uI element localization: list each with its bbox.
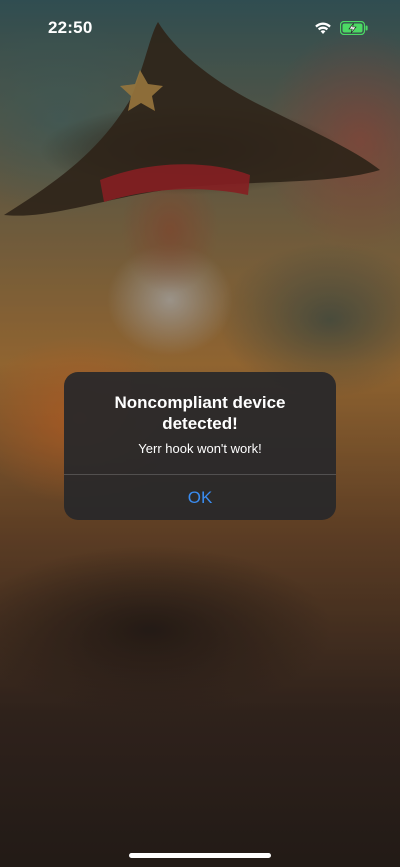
alert-title: Noncompliant device detected! (114, 393, 286, 433)
app-screen: 22:50 Noncompliant device detected! Yerr… (0, 0, 400, 867)
home-indicator[interactable] (129, 853, 271, 858)
wifi-icon (314, 20, 332, 39)
alert-message: Yerr hook won't work! (138, 441, 262, 456)
alert-dialog: Noncompliant device detected! Yerr hook … (64, 372, 336, 520)
battery-charging-icon (339, 20, 368, 39)
status-bar: 22:50 (0, 0, 400, 56)
status-icons (314, 20, 368, 39)
ok-button[interactable]: OK (64, 475, 336, 520)
status-time: 22:50 (48, 18, 93, 37)
alert-body: Noncompliant device detected! Yerr hook … (64, 372, 336, 474)
